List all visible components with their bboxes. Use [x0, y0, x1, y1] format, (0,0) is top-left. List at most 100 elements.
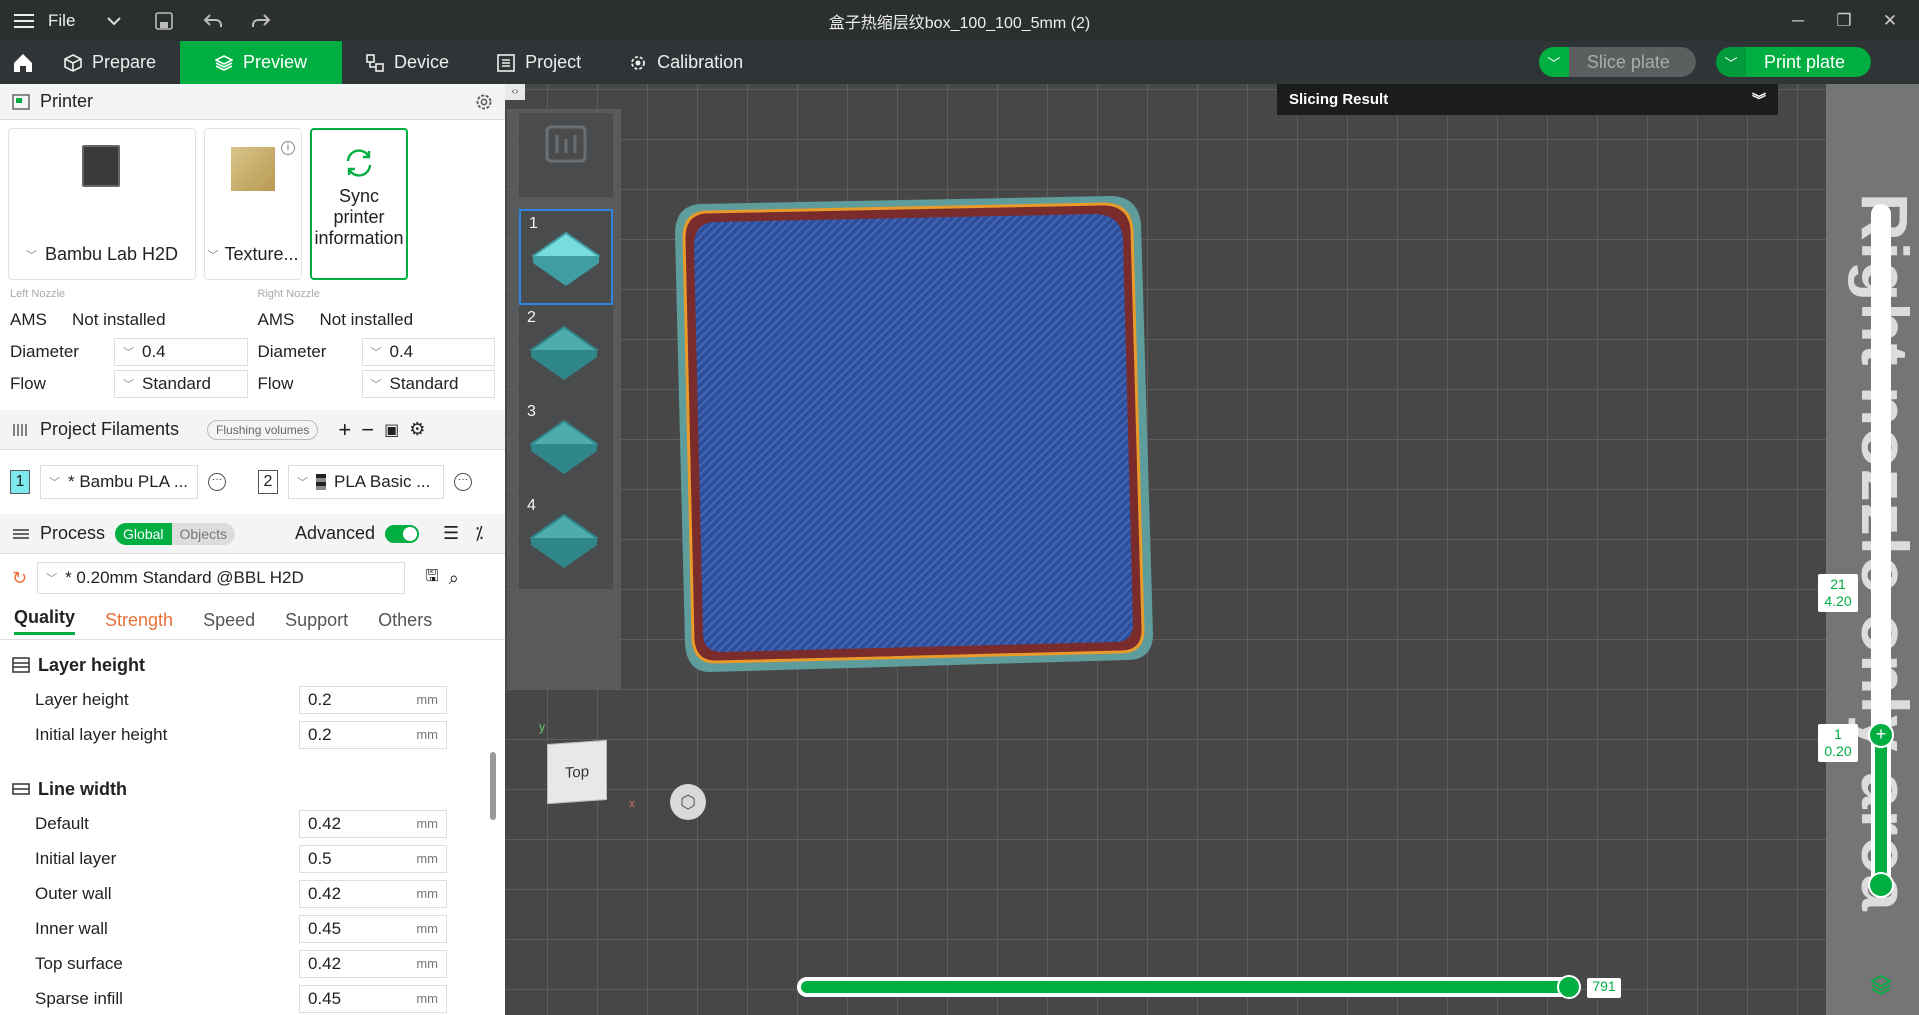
param-unit: mm	[416, 956, 438, 971]
param-row: Layer height 0.2 mm	[0, 682, 505, 717]
restore-icon[interactable]: ❐	[1821, 0, 1867, 41]
slice-plate-button[interactable]: ﹀ Slice plate	[1538, 47, 1696, 77]
sliced-model[interactable]	[665, 194, 1165, 674]
move-slider-fill	[801, 981, 1571, 993]
view-cube[interactable]: Top y x	[537, 720, 635, 810]
left-nozzle-panel: Left Nozzle AMS Not installed Diameter ﹀ 0…	[10, 288, 248, 400]
redo-icon[interactable]	[251, 13, 271, 29]
cube-icon	[64, 53, 82, 72]
layer-slider-top-knob[interactable]: +	[1868, 722, 1894, 748]
sync-icon	[346, 148, 372, 177]
filament-settings-gear-icon[interactable]: ⚙	[409, 419, 425, 440]
sync-ams-icon[interactable]: ▣	[384, 420, 399, 440]
layer-bottom-tag: 1 0.20	[1818, 724, 1858, 762]
filament-2-more-icon[interactable]: ···	[454, 473, 472, 491]
file-menu[interactable]: File	[48, 11, 75, 31]
layer-bottom-number: 1	[1834, 726, 1842, 742]
tab-others[interactable]: Others	[378, 610, 432, 631]
left-flow-select[interactable]: ﹀ Standard	[114, 370, 248, 398]
reset-view-icon[interactable]: ⬡	[670, 784, 706, 820]
print-plate-button[interactable]: ﹀ Print plate	[1715, 47, 1871, 77]
plate-select-card[interactable]: i ﹀ Texture...	[204, 128, 302, 280]
tab-calibration[interactable]: Calibration	[605, 41, 767, 84]
tab-preview[interactable]: Preview	[180, 41, 343, 84]
search-icon[interactable]: ⌕	[449, 568, 459, 589]
slice-dropdown-icon[interactable]: ﹀	[1538, 47, 1569, 77]
global-toggle[interactable]: Global	[115, 522, 172, 545]
tab-prepare[interactable]: Prepare	[46, 41, 180, 84]
project-icon	[497, 53, 515, 72]
left-diameter-select[interactable]: ﹀ 0.4	[114, 338, 248, 366]
right-nozzle-caption: Right Nozzle	[257, 288, 320, 300]
tab-strength[interactable]: Strength	[105, 610, 173, 631]
process-section-header: Process Global Objects Advanced ☰ ⁒	[0, 514, 505, 554]
save-preset-icon[interactable]: 🖫	[425, 565, 439, 592]
hamburger-menu-icon[interactable]	[14, 13, 34, 29]
param-input[interactable]: 0.45 mm	[299, 984, 447, 1013]
undo-icon[interactable]	[203, 13, 223, 29]
objects-toggle[interactable]: Objects	[171, 522, 235, 545]
param-input[interactable]: 0.2 mm	[299, 685, 447, 714]
right-diameter-value: 0.4	[389, 342, 414, 361]
add-filament-icon[interactable]: +	[338, 417, 351, 443]
home-icon[interactable]	[0, 41, 46, 84]
save-icon[interactable]	[155, 11, 174, 30]
print-dropdown-icon[interactable]: ﹀	[1715, 47, 1746, 77]
process-preset-select[interactable]: ﹀ * 0.20mm Standard @BBL H2D	[37, 562, 406, 594]
tab-speed[interactable]: Speed	[203, 610, 255, 631]
param-value: 0.45	[308, 918, 342, 938]
slicing-result-title: Slicing Result	[1289, 91, 1389, 108]
tab-quality[interactable]: Quality	[14, 607, 76, 635]
tab-support[interactable]: Support	[285, 610, 348, 631]
minimize-icon[interactable]: ─	[1775, 0, 1821, 41]
remove-filament-icon[interactable]: −	[361, 417, 374, 443]
param-input[interactable]: 0.2 mm	[299, 720, 447, 749]
filament-1-select[interactable]: ﹀ * Bambu PLA ...	[40, 465, 198, 499]
chevron-double-down-icon[interactable]: ︾	[1752, 90, 1766, 110]
filament-2-select[interactable]: ﹀ PLA Basic ...	[288, 465, 444, 499]
sidebar-scrollbar[interactable]	[490, 752, 496, 820]
gcode-move-slider[interactable]	[797, 975, 1581, 999]
param-value: 0.45	[308, 988, 342, 1008]
layer-slider[interactable]: +	[1868, 204, 1894, 898]
tab-project[interactable]: Project	[473, 41, 605, 84]
reset-icon[interactable]: ↻	[12, 568, 27, 589]
move-slider-knob[interactable]	[1557, 975, 1581, 999]
slicing-result-panel[interactable]: Slicing Result ︾	[1277, 84, 1778, 115]
preview-viewport[interactable]: Right nozzle only area ‹› 1 2 3 4 Slicin…	[505, 84, 1919, 1015]
plate-thumb-2[interactable]: 2	[519, 305, 613, 401]
filament-index-1: 1	[10, 470, 30, 494]
param-input[interactable]: 0.45 mm	[299, 914, 447, 943]
sync-printer-button[interactable]: Sync printer information	[310, 128, 408, 280]
close-icon[interactable]: ✕	[1867, 0, 1913, 41]
param-label: Sparse infill	[35, 988, 123, 1008]
chevron-down-icon[interactable]	[107, 16, 122, 26]
plate-thumb-4[interactable]: 4	[519, 493, 613, 589]
param-input[interactable]: 0.5 mm	[299, 844, 447, 873]
printer-settings-gear-icon[interactable]	[475, 93, 493, 111]
advanced-toggle[interactable]	[385, 524, 420, 543]
tab-device-label: Device	[394, 52, 450, 72]
layers-toggle-icon[interactable]	[1870, 974, 1892, 996]
right-flow-key: Flow	[257, 374, 294, 393]
list-view-icon[interactable]: ☰	[443, 523, 459, 544]
compare-icon[interactable]: ⁒	[475, 523, 483, 544]
filament-1-more-icon[interactable]: ···	[208, 473, 226, 491]
plate-thumb-1[interactable]: 1	[519, 209, 613, 305]
left-ams-key: AMS	[10, 310, 47, 329]
param-input[interactable]: 0.42 mm	[299, 879, 447, 908]
layer-slider-bottom-knob[interactable]	[1868, 872, 1894, 898]
flushing-volumes-button[interactable]: Flushing volumes	[207, 419, 319, 440]
collapse-sidebar-icon[interactable]: ‹›	[505, 84, 525, 100]
tab-device[interactable]: Device	[342, 41, 473, 84]
right-diameter-select[interactable]: ﹀ 0.4	[361, 338, 495, 366]
printer-select-card[interactable]: ﹀ Bambu Lab H2D	[8, 128, 196, 280]
plate-thumb-3[interactable]: 3	[519, 399, 613, 495]
param-input[interactable]: 0.42 mm	[299, 949, 447, 978]
param-input[interactable]: 0.42 mm	[299, 809, 447, 838]
right-ams-key: AMS	[257, 310, 295, 329]
right-flow-select[interactable]: ﹀ Standard	[361, 370, 495, 398]
plate-overview-button[interactable]	[519, 113, 613, 197]
process-layers-icon	[13, 528, 29, 539]
info-icon[interactable]: i	[281, 141, 295, 155]
